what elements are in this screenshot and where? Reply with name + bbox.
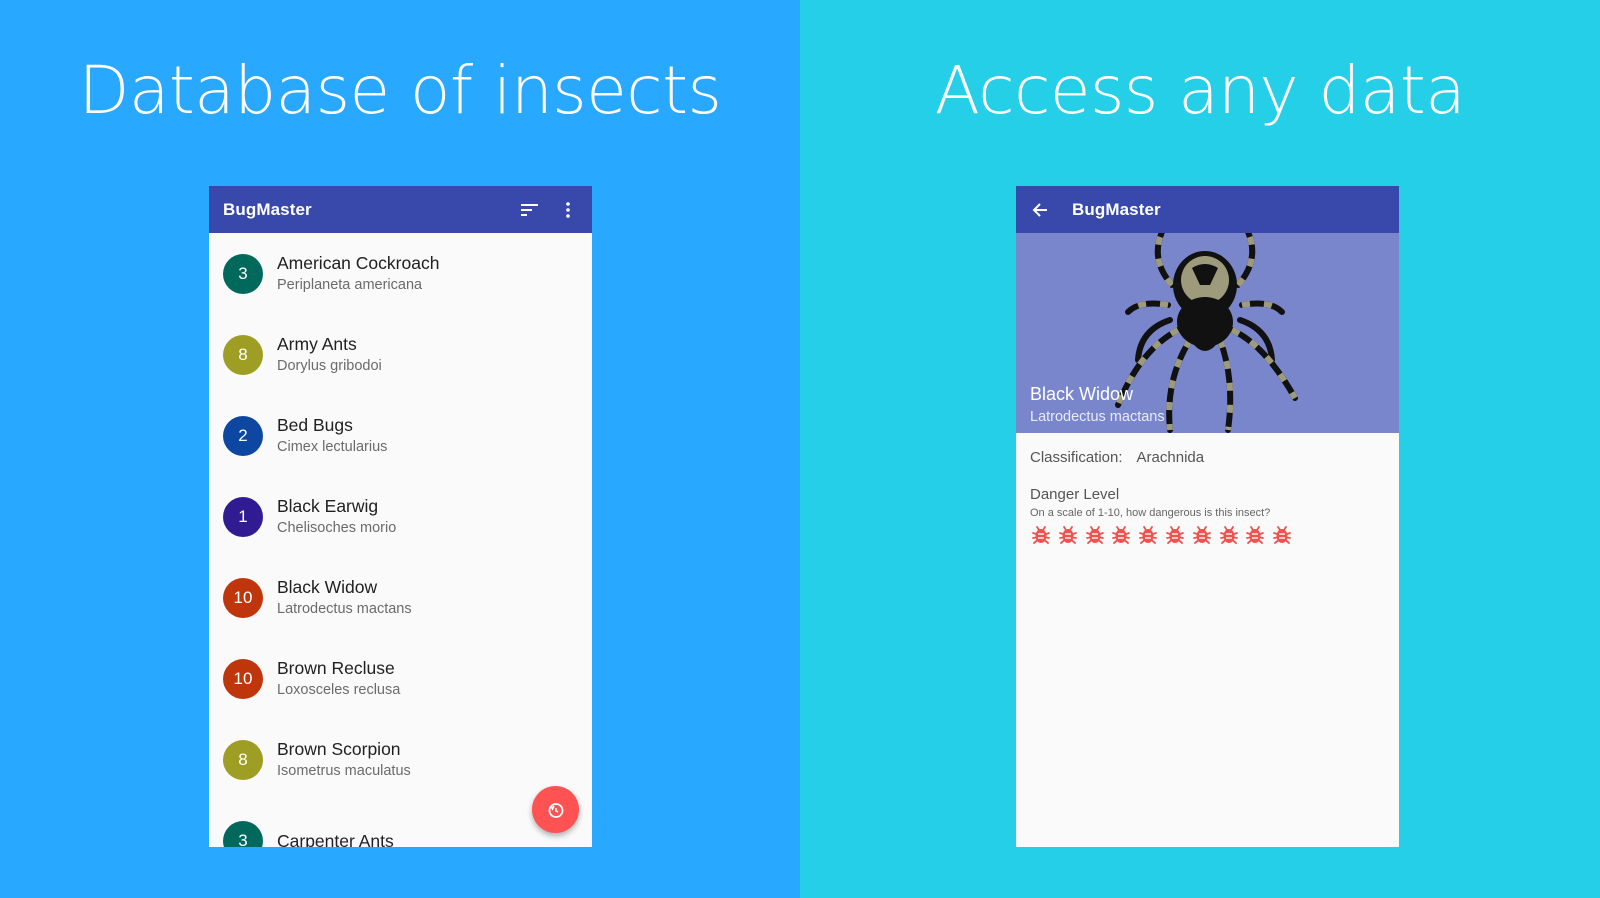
left-headline: Database of insects <box>78 52 722 129</box>
danger-level-avatar: 8 <box>223 334 263 375</box>
insect-scientific-name: Dorylus gribodoi <box>277 357 382 374</box>
bug-icon <box>1057 523 1079 545</box>
bug-icon <box>1137 523 1159 545</box>
insect-name: Black Widow <box>1030 384 1134 404</box>
detail-app-title: BugMaster <box>1072 199 1161 219</box>
insect-common-name: Army Ants <box>277 333 357 354</box>
classification-value: Arachnida <box>1136 449 1205 466</box>
bug-icon <box>1110 523 1132 545</box>
classification-row: Classification: Arachnida <box>1030 449 1385 466</box>
bug-icon <box>1244 523 1266 545</box>
insect-list-screen: BugMaster 3 American Cockroach Periplane… <box>209 186 592 847</box>
sort-icon[interactable] <box>520 200 540 220</box>
list-item[interactable]: 2 Bed Bugs Cimex lectularius <box>209 395 592 476</box>
list-item-text: Brown Recluse Loxosceles reclusa <box>277 657 400 701</box>
danger-level-rating <box>1030 523 1385 545</box>
right-headline: Access any data <box>934 52 1466 129</box>
insect-common-name: Brown Scorpion <box>277 738 401 759</box>
danger-level-avatar: 3 <box>223 820 263 847</box>
list-item-text: Army Ants Dorylus gribodoi <box>277 333 382 377</box>
list-item[interactable]: 8 Army Ants Dorylus gribodoi <box>209 314 592 395</box>
list-item[interactable]: 10 Brown Recluse Loxosceles reclusa <box>209 638 592 719</box>
bug-icon <box>1084 523 1106 545</box>
danger-level-avatar: 10 <box>223 658 263 699</box>
insect-scientific-name: Latrodectus mactans <box>277 600 412 617</box>
list-item[interactable]: 3 American Cockroach Periplaneta americana <box>209 233 592 314</box>
list-item[interactable]: 8 Brown Scorpion Isometrus maculatus <box>209 719 592 800</box>
detail-app-bar: BugMaster <box>1016 186 1399 233</box>
bug-icon <box>1030 523 1052 545</box>
insect-list: 3 American Cockroach Periplaneta americana… <box>209 233 592 847</box>
classification-label: Classification: <box>1030 449 1123 466</box>
left-panel: Database of insects BugMaster 3 American… <box>0 0 800 898</box>
hero-image-area: Black Widow Latrodectus mactans <box>1016 233 1399 433</box>
insect-common-name: Carpenter Ants <box>277 830 394 848</box>
insect-scientific-name: Periplaneta americana <box>277 276 423 293</box>
insect-common-name: Bed Bugs <box>277 414 353 435</box>
fab-timer-icon <box>548 802 563 818</box>
danger-level-avatar: 8 <box>223 739 263 780</box>
list-item[interactable]: 1 Black Earwig Chelisoches morio <box>209 476 592 557</box>
list-item-text: Brown Scorpion Isometrus maculatus <box>277 738 411 782</box>
danger-level-avatar: 1 <box>223 496 263 537</box>
insect-scientific-name: Loxosceles reclusa <box>277 681 401 698</box>
insect-scientific-name: Cimex lectularius <box>277 438 388 455</box>
danger-level-avatar: 3 <box>223 253 263 294</box>
insect-common-name: Brown Recluse <box>277 657 395 678</box>
app-title: BugMaster <box>223 199 312 219</box>
right-panel: Access any data BugMaster Black Widow La… <box>800 0 1600 898</box>
bug-icon <box>1164 523 1186 545</box>
list-item[interactable]: 10 Black Widow Latrodectus mactans <box>209 557 592 638</box>
insect-common-name: American Cockroach <box>277 252 440 273</box>
spider-image <box>1115 233 1298 433</box>
list-item-text: American Cockroach Periplaneta americana <box>277 252 439 296</box>
danger-level-title: Danger Level <box>1030 486 1120 503</box>
danger-level-avatar: 10 <box>223 577 263 618</box>
insect-details: Classification: Arachnida Danger Level O… <box>1016 433 1399 561</box>
bug-icon <box>1218 523 1240 545</box>
insect-detail-screen: BugMaster Black Widow Latrodectus mactan… <box>1016 186 1399 847</box>
insect-common-name: Black Widow <box>277 576 378 597</box>
arrow-back-icon[interactable] <box>1030 200 1050 220</box>
bug-icon <box>1271 523 1293 545</box>
fab-button[interactable] <box>532 786 579 833</box>
list-item-text: Black Widow Latrodectus mactans <box>277 576 412 620</box>
list-item-text: Bed Bugs Cimex lectularius <box>277 414 387 458</box>
app-bar-actions <box>520 200 578 220</box>
more-vert-icon[interactable] <box>558 200 578 220</box>
app-bar: BugMaster <box>209 186 592 233</box>
insect-scientific-name: Chelisoches morio <box>277 519 397 536</box>
danger-level-question: On a scale of 1-10, how dangerous is thi… <box>1030 507 1271 519</box>
list-item-text: Black Earwig Chelisoches morio <box>277 495 396 539</box>
insect-scientific-name: Isometrus maculatus <box>277 762 411 779</box>
bug-icon <box>1191 523 1213 545</box>
danger-level-avatar: 2 <box>223 415 263 456</box>
insect-scientific-name: Latrodectus mactans <box>1030 409 1165 425</box>
list-item-text: Carpenter Ants <box>277 830 394 848</box>
insect-common-name: Black Earwig <box>277 495 379 516</box>
